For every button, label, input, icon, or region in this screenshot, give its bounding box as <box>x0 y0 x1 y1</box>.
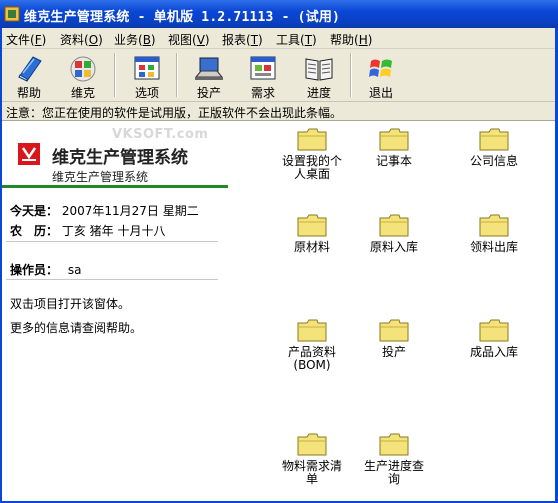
toolbar-options-button[interactable]: 选项 <box>122 51 172 100</box>
folder-label: 投产 <box>381 345 406 359</box>
operator-value: sa <box>67 263 82 277</box>
brand-title: 维克生产管理系统 <box>52 148 188 168</box>
brand-divider <box>0 185 228 188</box>
folder-material-requirements[interactable]: 物料需求清 单 <box>270 432 354 486</box>
toolbar-separator <box>176 53 178 97</box>
vk-logo-icon <box>70 56 96 82</box>
help-book-icon <box>18 56 42 82</box>
folder-label: 原材料 <box>293 240 330 254</box>
folder-label: 原料入库 <box>369 240 418 254</box>
folder-icon <box>297 319 327 342</box>
app-icon <box>4 6 20 22</box>
toolbar-demand-button[interactable]: 需求 <box>238 51 288 100</box>
menu-file[interactable]: 文件(F) <box>6 31 46 48</box>
windows-flag-icon <box>369 59 392 77</box>
folder-finished-inbound[interactable]: 成品入库 <box>452 318 536 359</box>
toolbar-help-label: 帮助 <box>16 86 41 100</box>
info-panel: VKSOFT.com 维克生产管理系统 维克生产管理系统 今天是： 2007年1… <box>0 121 274 503</box>
toolbar-exit-button[interactable]: 退出 <box>356 51 406 100</box>
folder-icon <box>479 319 509 342</box>
demand-window-icon <box>250 56 276 80</box>
folder-production[interactable]: 投产 <box>352 318 436 359</box>
folder-notepad[interactable]: 记事本 <box>352 127 436 168</box>
folder-label: 人桌面 <box>293 167 330 181</box>
menu-view[interactable]: 视图(V) <box>168 31 210 48</box>
toolbar-demand-label: 需求 <box>250 86 275 100</box>
folder-progress-query[interactable]: 生产进度查 询 <box>352 432 436 486</box>
folder-icon <box>297 433 327 456</box>
toolbar-progress-label: 进度 <box>306 86 331 100</box>
folder-icon <box>297 214 327 237</box>
brand-subtitle: 维克生产管理系统 <box>52 170 149 184</box>
menu-tools[interactable]: 工具(T) <box>276 31 317 48</box>
date-value: 2007年11月27日 星期二 <box>61 204 199 218</box>
options-window-icon <box>134 56 160 80</box>
folder-icon <box>479 128 509 151</box>
folder-icon <box>297 128 327 151</box>
operator-row: 操作员： sa <box>10 261 81 278</box>
toolbar-options-label: 选项 <box>134 86 159 100</box>
folder-icon <box>379 128 409 151</box>
menu-data[interactable]: 资料(O) <box>60 31 103 48</box>
watermark-text: VKSOFT.com <box>112 127 209 142</box>
folder-label: 公司信息 <box>469 154 518 168</box>
folder-my-desktop[interactable]: 设置我的个 人桌面 <box>270 127 354 181</box>
toolbar-production-label: 投产 <box>196 86 221 100</box>
date-label: 今天是： <box>10 204 59 218</box>
divider <box>6 241 218 242</box>
folder-label: (BOM) <box>293 358 331 372</box>
toolbar-separator <box>114 53 116 97</box>
toolbar-exit-label: 退出 <box>368 86 393 100</box>
lunar-row: 农 历： 丁亥 猪年 十月十八 <box>10 222 165 239</box>
lunar-value: 丁亥 猪年 十月十八 <box>61 224 166 238</box>
hint-text: 更多的信息请查阅帮助。 <box>10 321 143 335</box>
open-book-icon <box>305 58 333 81</box>
window-title: 维克生产管理系统 - 单机版 1.2.71113 - (试用) <box>24 10 341 25</box>
date-row: 今天是： 2007年11月27日 星期二 <box>10 202 199 219</box>
trial-notice-text: 注意：您正在使用的软件是试用版，正版软件不会出现此条幅。 <box>6 106 343 120</box>
folder-label: 成品入库 <box>469 345 518 359</box>
folder-icon <box>379 433 409 456</box>
divider <box>6 279 218 280</box>
folder-product-bom[interactable]: 产品资料 (BOM) <box>270 318 354 372</box>
folder-icon <box>479 214 509 237</box>
toolbar-vk-label: 维克 <box>70 86 95 100</box>
trial-notice-bar: 注意：您正在使用的软件是试用版，正版软件不会出现此条幅。 <box>0 102 558 121</box>
title-bar: 维克生产管理系统 - 单机版 1.2.71113 - (试用) <box>0 0 558 28</box>
toolbar-separator <box>350 53 352 97</box>
laptop-icon <box>194 57 224 80</box>
folder-material-inbound[interactable]: 原料入库 <box>352 213 436 254</box>
vk-logo-icon <box>18 143 40 165</box>
folder-icon <box>379 319 409 342</box>
operator-label: 操作员： <box>10 263 59 277</box>
toolbar-vk-button[interactable]: 维克 <box>58 51 108 100</box>
toolbar-progress-button[interactable]: 进度 <box>294 51 344 100</box>
menu-bar: 文件(F) 资料(O) 业务(B) 视图(V) 报表(T) 工具(T) 帮助(H… <box>0 28 558 49</box>
folder-label: 领料出库 <box>469 240 518 254</box>
folder-icon <box>379 214 409 237</box>
folder-material-outbound[interactable]: 领料出库 <box>452 213 536 254</box>
menu-business[interactable]: 业务(B) <box>114 31 156 48</box>
folder-label: 询 <box>387 472 400 486</box>
lunar-label: 农 历： <box>10 224 59 238</box>
toolbar-production-button[interactable]: 投产 <box>184 51 234 100</box>
hint-text: 双击项目打开该窗体。 <box>10 297 131 311</box>
folder-label: 记事本 <box>375 154 412 168</box>
folder-raw-materials[interactable]: 原材料 <box>270 213 354 254</box>
toolbar: 帮助 维克 选项 投产 需求 进度 退出 <box>0 49 558 102</box>
menu-help[interactable]: 帮助(H) <box>330 31 372 48</box>
menu-report[interactable]: 报表(T) <box>222 31 263 48</box>
folder-label: 单 <box>305 472 318 486</box>
toolbar-help-button[interactable]: 帮助 <box>4 51 54 100</box>
folder-company-info[interactable]: 公司信息 <box>452 127 536 168</box>
window-border-left <box>0 28 2 503</box>
